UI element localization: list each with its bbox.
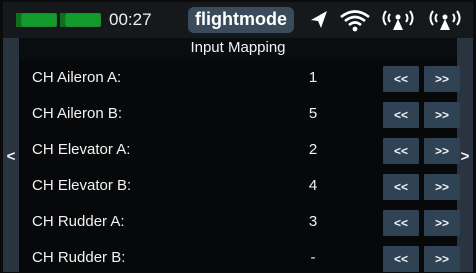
chevron-left-icon: < [6,148,16,165]
decrement-button[interactable]: << [383,66,419,92]
channel-label: CH Aileron B: [32,105,123,122]
channel-label: CH Rudder A: [32,213,125,230]
flight-mode-badge: flightmode [188,7,294,33]
decrement-button[interactable]: << [383,174,419,200]
battery-icon [60,13,101,27]
mapping-row-elevator-b: CH Elevator B: 4 << >> [19,168,460,204]
decrement-button[interactable]: << [383,246,419,272]
wifi-icon [340,10,370,32]
mapping-row-elevator-a: CH Elevator A: 2 << >> [19,132,460,168]
rssi-antenna-icon [429,10,461,30]
clock: 00:27 [109,10,152,29]
page-title: Input Mapping [190,39,286,56]
increment-button[interactable]: >> [424,102,460,128]
mapping-row-aileron-a: CH Aileron A: 1 << >> [19,60,460,96]
decrement-button[interactable]: << [383,102,419,128]
increment-button[interactable]: >> [424,174,460,200]
increment-button[interactable]: >> [424,66,460,92]
mapping-list: CH Aileron A: 1 << >> CH Aileron B: 5 <<… [19,60,460,272]
decrement-button[interactable]: << [383,138,419,164]
increment-button[interactable]: >> [424,210,460,236]
battery-icon [16,13,57,27]
decrement-button[interactable]: << [383,210,419,236]
device-screen: 00:27 flightmode Input Mapping < > CH Ai… [3,2,473,272]
channel-value: 3 [308,213,318,230]
channel-label: CH Aileron A: [32,69,122,86]
mapping-row-rudder-a: CH Rudder A: 3 << >> [19,204,460,240]
title-bar: Input Mapping [3,38,473,60]
navigation-arrow-icon [311,11,327,28]
mapping-row-aileron-b: CH Aileron B: 5 << >> [19,96,460,132]
channel-value: 2 [308,141,318,158]
channel-value: 4 [308,177,318,194]
channel-value: - [310,249,316,266]
increment-button[interactable]: >> [424,246,460,272]
channel-label: CH Elevator B: [32,177,132,194]
channel-label: CH Elevator A: [32,141,131,158]
mapping-row-rudder-b: CH Rudder B: - << >> [19,240,460,272]
channel-value: 5 [308,105,318,122]
channel-label: CH Rudder B: [32,249,126,266]
status-bar: 00:27 flightmode [3,2,473,38]
rssi-antenna-icon [382,10,414,30]
previous-page-button[interactable]: < [3,38,19,272]
channel-value: 1 [308,69,318,86]
increment-button[interactable]: >> [424,138,460,164]
